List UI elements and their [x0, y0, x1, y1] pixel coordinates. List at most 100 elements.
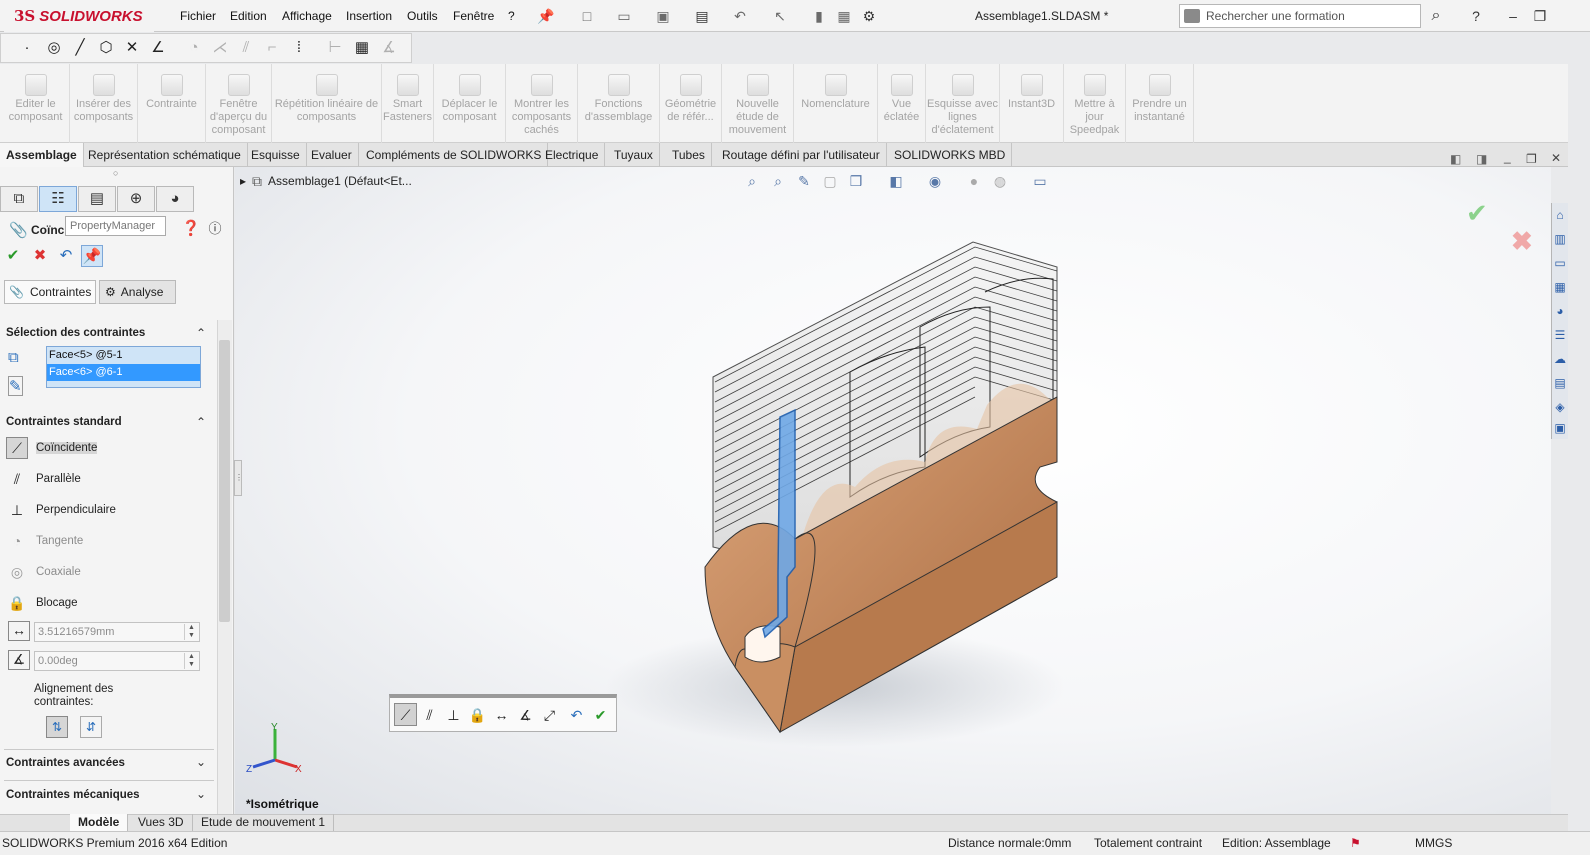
cmd-take-snapshot[interactable]: Prendre un instantané [1126, 64, 1194, 143]
doc-minimize-icon[interactable]: _ [1504, 150, 1511, 164]
info-icon[interactable]: ⓘ [204, 218, 226, 240]
propertymanager-tab-icon[interactable]: ☷ [39, 186, 77, 212]
section-view-icon[interactable]: ▢ [820, 171, 840, 191]
file-explorer-icon[interactable]: ▭ [1553, 253, 1567, 273]
design-library-icon[interactable]: ▥ [1553, 229, 1567, 249]
view-settings-icon[interactable]: ▭ [1030, 171, 1050, 191]
tab-solidworks-mbd[interactable]: SOLIDWORKS MBD [888, 143, 1013, 167]
panel-splitter[interactable]: ⋮ [234, 460, 243, 496]
toolbox-icon[interactable]: ◈ [1553, 397, 1567, 417]
selection-section-header[interactable]: Sélection des contraintes [6, 327, 145, 339]
ctx-perpendicular-icon[interactable]: ⊥ [442, 703, 465, 726]
ctx-coincident-icon[interactable]: ⟋ [394, 703, 417, 726]
tab-electrique[interactable]: Electrique [539, 143, 606, 167]
confirm-cancel-icon[interactable]: ✖ [1511, 226, 1533, 257]
view-orientation-icon[interactable]: ❒ [846, 171, 866, 191]
angle-dim-icon[interactable]: ∡ [379, 38, 399, 58]
featuremanager-tab-icon[interactable]: ⧉ [0, 186, 38, 212]
angle-mate-icon[interactable]: ∡ [8, 650, 30, 670]
ctx-lock-icon[interactable]: 🔒 [466, 703, 489, 726]
grid-icon[interactable]: ▦ [352, 38, 372, 58]
cmd-assembly-features[interactable]: Fonctions d'assemblage [578, 64, 660, 143]
appearance-icon[interactable]: ● [964, 171, 984, 191]
options-gear-icon[interactable]: ⚙ [860, 7, 878, 25]
parallel-lines-icon[interactable]: ⫽ [236, 38, 256, 58]
menu-fichier[interactable]: Fichier [180, 0, 216, 32]
tab-representation-schematique[interactable]: Représentation schématique [82, 143, 248, 167]
mate-lock[interactable]: 🔒 Blocage [6, 591, 77, 615]
tab-assemblage[interactable]: Assemblage [0, 143, 84, 167]
cmd-smart-fasteners[interactable]: Smart Fasteners [382, 64, 434, 143]
tab-tuyaux[interactable]: Tuyaux [608, 143, 660, 167]
save-icon[interactable]: ▣ [654, 7, 672, 25]
cmd-update-speedpak[interactable]: Mettre à jour Speedpak [1064, 64, 1126, 143]
mate-tangent[interactable]: ◔ Tangente [6, 529, 84, 553]
panel-grip[interactable]: ○ [113, 168, 118, 178]
rebuild-indicator-icon[interactable]: ⚑ [1350, 831, 1361, 855]
distance-mate-icon[interactable]: ↔ [8, 621, 30, 641]
scene-icon[interactable]: ◍ [990, 171, 1010, 191]
selection-item[interactable]: Face<6> @6-1 [47, 364, 200, 381]
chevron-up-icon[interactable]: ⌃ [196, 415, 206, 429]
file-properties-icon[interactable]: ▦ [835, 7, 853, 25]
distance-field[interactable]: 3.51216579mm ▲ ▼ [34, 622, 200, 642]
tab-vues-3d[interactable]: Vues 3D [130, 814, 193, 831]
cmd-mate[interactable]: Contrainte [138, 64, 206, 143]
cmd-linear-pattern[interactable]: Répétition linéaire de composants [272, 64, 382, 143]
rebuild-icon[interactable]: ▮ [810, 7, 828, 25]
angle-field[interactable]: 0.00deg ▲ ▼ [34, 651, 200, 671]
help-icon[interactable]: ❓ [180, 218, 202, 240]
advanced-section-header[interactable]: Contraintes avancées [6, 757, 125, 769]
appearances-icon[interactable]: ◕ [1553, 301, 1567, 321]
print-icon[interactable]: ▤ [693, 7, 711, 25]
ctx-parallel-icon[interactable]: ⫽ [418, 703, 441, 726]
cmd-edit-component[interactable]: Editer le composant [2, 64, 70, 143]
status-units[interactable]: MMGS [1415, 831, 1452, 855]
ctx-undo-icon[interactable]: ↶ [565, 703, 588, 726]
ctx-distance-icon[interactable]: ↔ [490, 703, 513, 726]
confirm-ok-icon[interactable]: ✔ [1466, 198, 1488, 229]
home-icon[interactable]: ⌂ [1553, 205, 1567, 225]
minimize-icon[interactable]: – [1503, 6, 1523, 26]
panel-scrollbar-thumb[interactable] [219, 340, 230, 622]
zoom-area-icon[interactable]: ⌕ [768, 171, 788, 191]
hide-show-icon[interactable]: ◉ [925, 171, 945, 191]
solidworks-logo[interactable]: 3S SOLIDWORKS [4, 0, 154, 32]
dimxpert-tab-icon[interactable]: ⊕ [117, 186, 155, 212]
mate-coincident[interactable]: ⟋ Coïncidente [6, 436, 98, 460]
cmd-new-motion-study[interactable]: Nouvelle étude de mouvement [722, 64, 794, 143]
spinner-icon[interactable]: ▲ ▼ [184, 653, 198, 669]
selection-list[interactable]: Face<5> @5-1 Face<6> @6-1 [46, 346, 201, 388]
standard-section-header[interactable]: Contraintes standard [6, 416, 122, 428]
configurationmanager-tab-icon[interactable]: ▤ [78, 186, 116, 212]
subtab-analyse[interactable]: ⚙ Analyse [99, 280, 176, 304]
corner-icon[interactable]: ⌐ [262, 38, 282, 58]
undo-icon[interactable]: ↶ [731, 7, 749, 25]
line-icon[interactable]: ╱ [70, 38, 90, 58]
tab-esquisse[interactable]: Esquisse [245, 143, 307, 167]
tab-motion-study[interactable]: Etude de mouvement 1 [193, 814, 335, 831]
display-style-icon[interactable]: ◧ [886, 171, 906, 191]
multiple-mate-icon[interactable]: ✎ [8, 376, 23, 396]
cmd-bom[interactable]: Nomenclature [794, 64, 878, 143]
expand-arrow-icon[interactable]: ▸ [240, 174, 246, 188]
ctx-angle-icon[interactable]: ∡ [514, 703, 537, 726]
ctx-ok-icon[interactable]: ✔ [589, 703, 612, 726]
circle-icon[interactable]: ◎ [44, 38, 64, 58]
spinner-icon[interactable]: ▲ ▼ [184, 624, 198, 640]
search-icon[interactable]: ⌕ [1426, 6, 1446, 26]
cmd-exploded-view[interactable]: Vue éclatée [878, 64, 926, 143]
menu-insertion[interactable]: Insertion [346, 0, 392, 32]
plugins-icon[interactable]: ▣ [1553, 418, 1567, 438]
tile-left-icon[interactable]: ◧ [1450, 152, 1461, 166]
cmd-insert-components[interactable]: Insérer des composants [70, 64, 138, 143]
cancel-x-icon[interactable]: ✖ [29, 245, 51, 267]
search-box[interactable]: Rechercher une formation [1179, 4, 1421, 28]
tile-right-icon[interactable]: ◨ [1476, 152, 1487, 166]
trim-icon[interactable]: ✕ [122, 38, 142, 58]
restore-icon[interactable]: ❐ [1530, 6, 1550, 26]
new-document-icon[interactable]: □ [578, 7, 596, 25]
menu-fenetre[interactable]: Fenêtre [453, 0, 494, 32]
keep-visible-pin-icon[interactable]: 📌 [81, 245, 103, 267]
tangent-arc-icon[interactable]: ◔ [184, 38, 204, 58]
